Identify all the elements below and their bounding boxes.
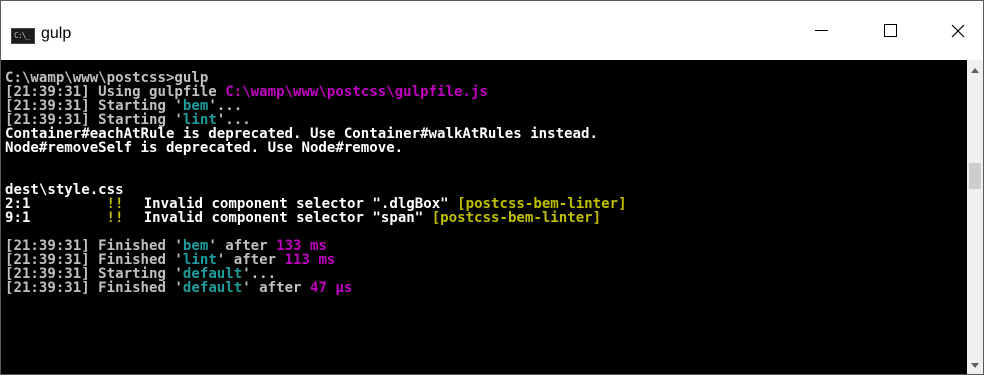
icon-text: C:\_ bbox=[14, 31, 30, 40]
console-line: 9:1!! Invalid component selector "span" [… bbox=[5, 210, 601, 226]
window-title: gulp bbox=[41, 25, 72, 42]
minimize-button[interactable] bbox=[794, 1, 848, 60]
console-line: [21:39:31] Finished 'bem' after 133 ms bbox=[5, 239, 327, 253]
console-line: Container#eachAtRule is deprecated. Use … bbox=[5, 127, 598, 141]
vertical-scrollbar[interactable] bbox=[967, 60, 983, 374]
lint-text: Invalid component selector "span" bbox=[143, 210, 432, 226]
console-line: [21:39:31] Finished 'lint' after 113 ms bbox=[5, 253, 335, 267]
linter-name: [postcss-bem-linter] bbox=[431, 210, 602, 226]
line-column: 9:1 bbox=[5, 210, 31, 226]
console-line: [21:39:31] Starting 'default'... bbox=[5, 267, 276, 281]
lint-message: Invalid component selector "span" [postc… bbox=[144, 211, 601, 225]
warning-icon: !! bbox=[106, 210, 124, 226]
duration: 47 μs bbox=[309, 280, 353, 296]
scroll-down-icon[interactable] bbox=[971, 363, 979, 368]
task-name: default bbox=[182, 280, 243, 296]
console-line: 2:1!! Invalid component selector ".dlgBox… bbox=[5, 197, 627, 211]
close-button[interactable] bbox=[931, 1, 984, 60]
console-output[interactable]: C:\wamp\www\postcss>gulp [21:39:31] Usin… bbox=[1, 60, 967, 374]
minimize-icon bbox=[814, 30, 828, 31]
console-line: [21:39:31] Using gulpfile C:\wamp\www\po… bbox=[5, 85, 488, 99]
deprecation-warning: Node#removeSelf is deprecated. Use Node#… bbox=[5, 140, 404, 156]
maximize-icon bbox=[883, 24, 897, 37]
title-bar[interactable]: C:\_ gulp bbox=[1, 1, 983, 60]
console-line: dest\style.css bbox=[5, 183, 124, 197]
scroll-thumb[interactable] bbox=[969, 163, 981, 189]
gulpfile-path: C:\wamp\www\postcss\gulpfile.js bbox=[225, 84, 488, 100]
command-prompt-icon[interactable]: C:\_ bbox=[11, 28, 35, 44]
warning-icon: !! bbox=[106, 196, 124, 212]
console-line: C:\wamp\www\postcss>gulp bbox=[5, 71, 208, 85]
maximize-button[interactable] bbox=[863, 1, 917, 60]
log-text: [21:39:31] Finished ' bbox=[5, 280, 183, 296]
duration: 113 ms bbox=[284, 252, 336, 268]
lint-message: Invalid component selector ".dlgBox" [po… bbox=[144, 197, 627, 211]
scroll-up-icon[interactable] bbox=[971, 68, 979, 73]
console-line: [21:39:31] Starting 'bem'... bbox=[5, 99, 242, 113]
console-line: Node#removeSelf is deprecated. Use Node#… bbox=[5, 141, 403, 155]
console-line: [21:39:31] Starting 'lint'... bbox=[5, 113, 251, 127]
log-text: ' after bbox=[242, 280, 310, 296]
console-window: C:\_ gulp C:\wamp\www\postcss>gulp [21:3… bbox=[0, 0, 984, 375]
close-icon bbox=[951, 24, 965, 37]
console-line: [21:39:31] Finished 'default' after 47 μ… bbox=[5, 281, 352, 295]
